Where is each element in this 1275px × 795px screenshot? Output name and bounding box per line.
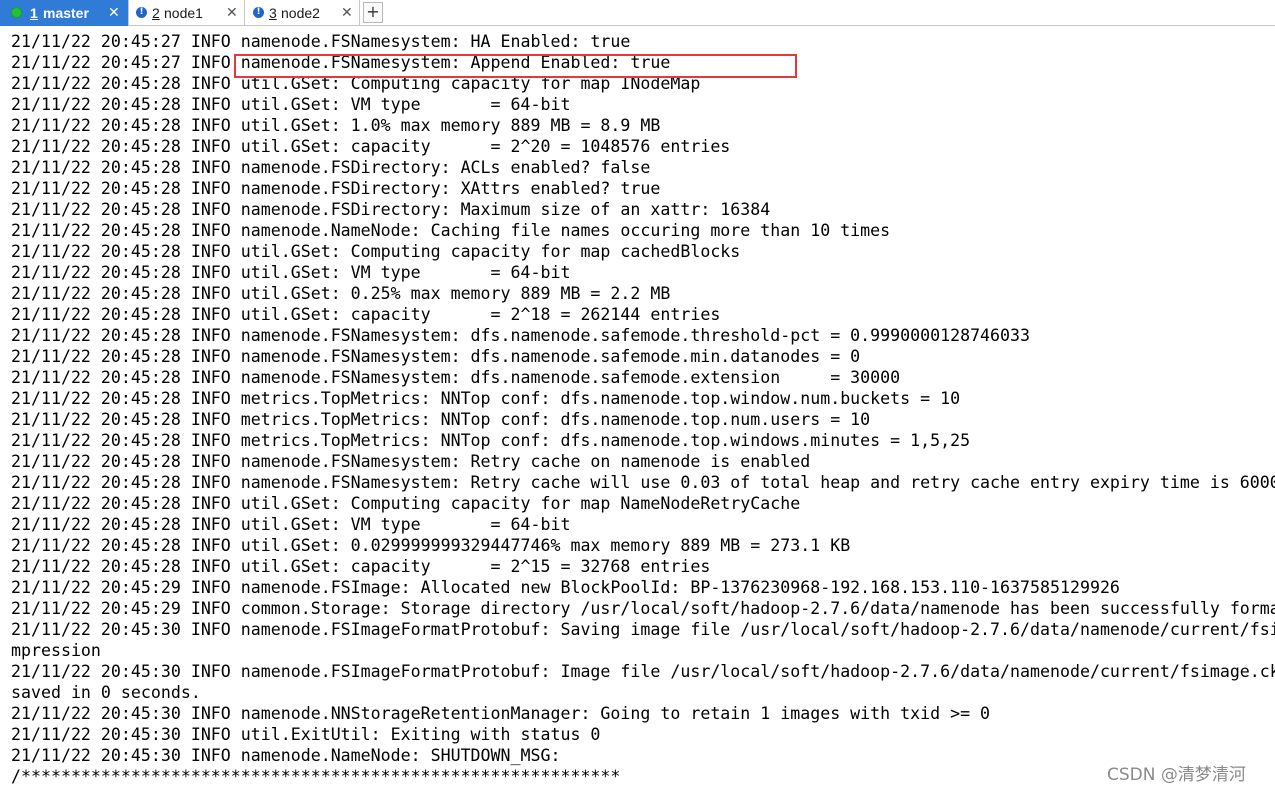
terminal-line: 21/11/22 20:45:28 INFO util.GSet: capaci… bbox=[11, 305, 721, 324]
terminal-line: 21/11/22 20:45:30 INFO namenode.NameNode… bbox=[11, 746, 561, 765]
close-tab-icon[interactable]: ✕ bbox=[108, 0, 120, 26]
close-tab-icon[interactable]: ✕ bbox=[226, 0, 238, 26]
tab-number: 1 bbox=[30, 5, 38, 21]
watermark: CSDN @清梦清河 bbox=[1107, 765, 1246, 785]
tab-number: 3 bbox=[269, 5, 277, 21]
terminal-line: 21/11/22 20:45:30 INFO namenode.NNStorag… bbox=[11, 704, 991, 723]
new-tab-button[interactable]: + bbox=[363, 2, 383, 23]
terminal-line: 21/11/22 20:45:30 INFO util.ExitUtil: Ex… bbox=[11, 725, 601, 744]
tab-label: node1 bbox=[164, 5, 203, 21]
terminal-line: 21/11/22 20:45:28 INFO namenode.FSNamesy… bbox=[11, 473, 1275, 492]
terminal-line: 21/11/22 20:45:27 INFO namenode.FSNamesy… bbox=[11, 32, 631, 51]
connected-status-icon bbox=[11, 7, 22, 18]
terminal-line: saved in 0 seconds. bbox=[11, 683, 201, 702]
terminal-line: 21/11/22 20:45:28 INFO namenode.NameNode… bbox=[11, 221, 891, 240]
terminal-line: /***************************************… bbox=[11, 767, 621, 786]
warning-status-icon: ! bbox=[136, 7, 147, 18]
terminal-line: 21/11/22 20:45:28 INFO util.GSet: capaci… bbox=[11, 557, 711, 576]
terminal-line: 21/11/22 20:45:28 INFO util.GSet: Comput… bbox=[11, 494, 801, 513]
tab-label: master bbox=[43, 5, 89, 21]
terminal-line: 21/11/22 20:45:28 INFO util.GSet: VM typ… bbox=[11, 515, 571, 534]
tab-node1[interactable]: ! 2 node1 ✕ bbox=[129, 0, 245, 26]
terminal-line: 21/11/22 20:45:29 INFO common.Storage: S… bbox=[11, 599, 1275, 618]
terminal-line: 21/11/22 20:45:28 INFO metrics.TopMetric… bbox=[11, 410, 871, 429]
terminal-line: 21/11/22 20:45:28 INFO util.GSet: VM typ… bbox=[11, 95, 571, 114]
terminal-output[interactable]: 21/11/22 20:45:27 INFO namenode.FSNamesy… bbox=[0, 26, 1275, 795]
terminal-line: 21/11/22 20:45:28 INFO util.GSet: 1.0% m… bbox=[11, 116, 661, 135]
tab-node2[interactable]: ! 3 node2 ✕ bbox=[245, 0, 360, 26]
terminal-line: 21/11/22 20:45:30 INFO namenode.FSImageF… bbox=[11, 620, 1275, 639]
terminal-line: 21/11/22 20:45:28 INFO namenode.FSNamesy… bbox=[11, 347, 861, 366]
terminal-line: 21/11/22 20:45:28 INFO namenode.FSNamesy… bbox=[11, 368, 901, 387]
tab-label: node2 bbox=[281, 5, 320, 21]
terminal-line: 21/11/22 20:45:28 INFO namenode.FSDirect… bbox=[11, 200, 771, 219]
terminal-line: 21/11/22 20:45:30 INFO namenode.FSImageF… bbox=[11, 662, 1275, 681]
terminal-line: 21/11/22 20:45:28 INFO namenode.FSNamesy… bbox=[11, 452, 811, 471]
terminal-line: 21/11/22 20:45:29 INFO namenode.FSImage:… bbox=[11, 578, 1120, 597]
session-tab-bar: 1 master ✕ ! 2 node1 ✕ ! 3 node2 ✕ + bbox=[0, 0, 1275, 26]
highlight-annotation-box bbox=[234, 54, 797, 78]
terminal-line: 21/11/22 20:45:28 INFO util.GSet: 0.0299… bbox=[11, 536, 851, 555]
terminal-line: 21/11/22 20:45:28 INFO namenode.FSNamesy… bbox=[11, 326, 1031, 345]
warning-status-icon: ! bbox=[253, 7, 264, 18]
terminal-line: mpression bbox=[11, 641, 101, 660]
terminal-line: 21/11/22 20:45:28 INFO namenode.FSDirect… bbox=[11, 179, 661, 198]
terminal-line: 21/11/22 20:45:28 INFO namenode.FSDirect… bbox=[11, 158, 651, 177]
terminal-line: 21/11/22 20:45:28 INFO metrics.TopMetric… bbox=[11, 389, 961, 408]
terminal-line: 21/11/22 20:45:28 INFO metrics.TopMetric… bbox=[11, 431, 971, 450]
terminal-line: 21/11/22 20:45:28 INFO util.GSet: capaci… bbox=[11, 137, 731, 156]
tab-number: 2 bbox=[152, 5, 160, 21]
terminal-line: 21/11/22 20:45:28 INFO util.GSet: 0.25% … bbox=[11, 284, 671, 303]
tab-master[interactable]: 1 master ✕ bbox=[0, 0, 129, 26]
terminal-window: 1 master ✕ ! 2 node1 ✕ ! 3 node2 ✕ + 21/… bbox=[0, 0, 1275, 795]
terminal-line: 21/11/22 20:45:28 INFO util.GSet: VM typ… bbox=[11, 263, 571, 282]
close-tab-icon[interactable]: ✕ bbox=[341, 0, 353, 26]
terminal-line: 21/11/22 20:45:28 INFO util.GSet: Comput… bbox=[11, 242, 741, 261]
